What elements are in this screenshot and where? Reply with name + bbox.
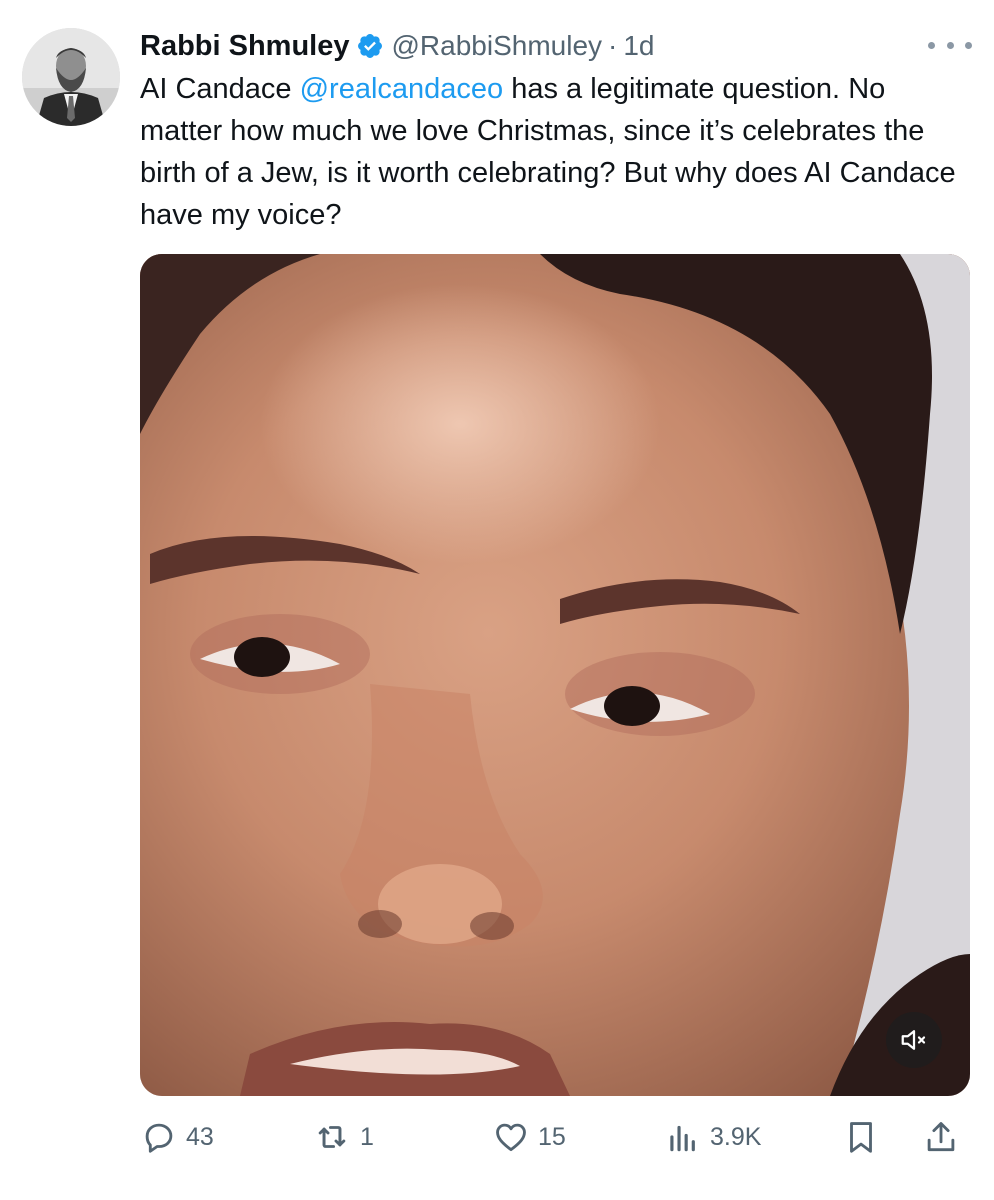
like-button[interactable]: 15 [492,1112,566,1162]
repost-button[interactable]: 1 [312,1112,374,1162]
repost-icon [312,1118,352,1156]
reply-count: 43 [186,1122,214,1151]
bookmark-button[interactable] [842,1112,880,1162]
mention-link[interactable]: @realcandaceo [300,73,504,105]
reply-button[interactable]: 43 [140,1112,214,1162]
like-count: 15 [538,1122,566,1151]
share-button[interactable] [922,1112,960,1162]
tweet-text-start: AI Candace [140,73,300,105]
repost-count: 1 [360,1122,374,1151]
share-icon [922,1118,960,1156]
separator-dot: · [608,30,618,61]
tweet-header: Rabbi Shmuley @RabbiShmuley · 1d [140,26,655,66]
more-options-icon[interactable] [928,30,972,60]
tweet-text: AI Candace @realcandaceo has a legitimat… [140,68,970,236]
avatar[interactable] [22,28,120,126]
bookmark-icon [842,1118,880,1156]
speaker-muted-icon[interactable] [886,1012,942,1068]
views-chart-icon [664,1118,702,1156]
tweet: Rabbi Shmuley @RabbiShmuley · 1d AI Cand… [0,0,994,1200]
tweet-actions: 43 1 15 3.9K [140,1112,970,1162]
verified-badge-icon [356,32,384,60]
reply-icon [140,1118,178,1156]
tweet-text-cont: has a legitimate question. [503,73,841,105]
author-handle[interactable]: @RabbiShmuley [392,30,603,62]
author-name[interactable]: Rabbi Shmuley [140,30,350,63]
video-player[interactable] [140,254,970,1096]
timestamp[interactable]: 1d [623,30,654,62]
heart-icon [492,1118,530,1156]
views-button[interactable]: 3.9K [664,1112,761,1162]
views-count: 3.9K [710,1122,762,1151]
